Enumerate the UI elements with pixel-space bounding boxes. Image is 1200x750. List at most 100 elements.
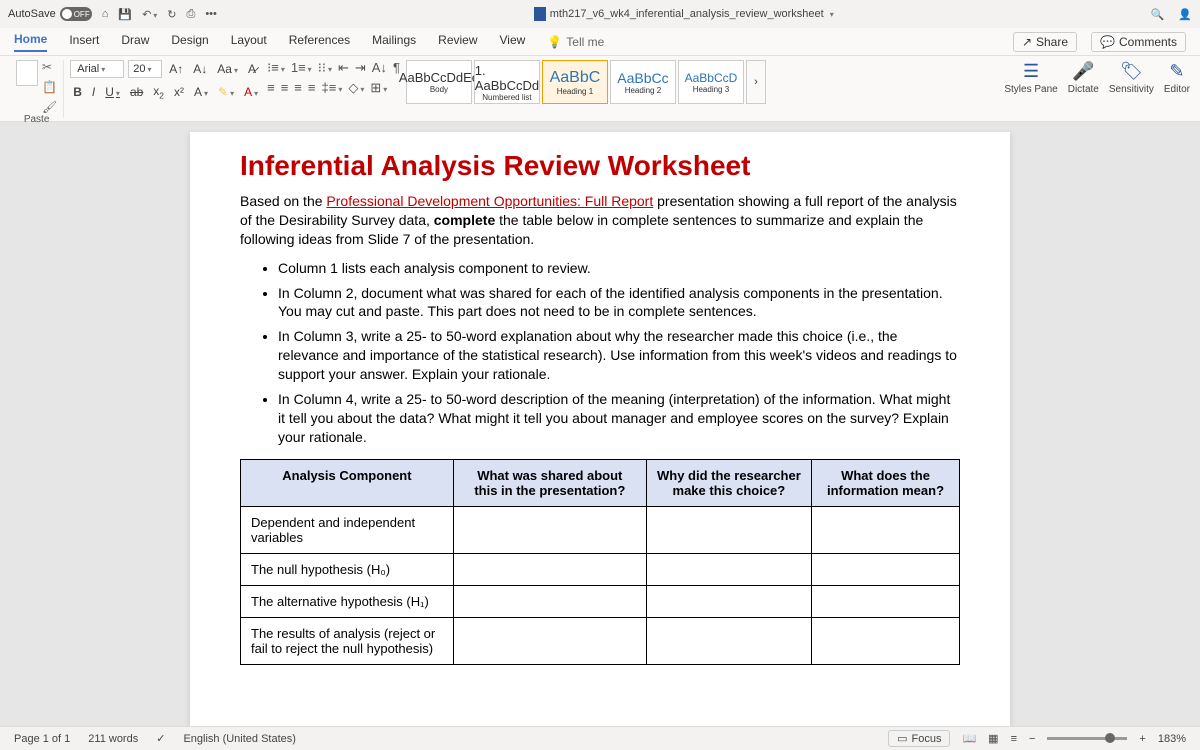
multilevel-icon[interactable]: ⁝⁝▾ <box>318 60 332 76</box>
change-case-icon[interactable]: Aa▾ <box>214 60 241 78</box>
search-icon[interactable]: 🔍 <box>1151 8 1165 21</box>
tab-home[interactable]: Home <box>14 32 47 52</box>
bullet-item: In Column 3, write a 25- to 50-word expl… <box>278 327 960 384</box>
zoom-out-icon[interactable]: − <box>1029 733 1035 745</box>
styles-pane-button[interactable]: ☰Styles Pane <box>1004 60 1057 95</box>
paste-button[interactable] <box>16 60 38 114</box>
bullets-icon[interactable]: ⁝≡▾ <box>267 60 285 76</box>
underline-button[interactable]: U▾ <box>102 83 123 101</box>
table-cell[interactable]: The results of analysis (reject or fail … <box>241 617 454 664</box>
comments-button[interactable]: 💬Comments <box>1091 32 1186 52</box>
cut-icon[interactable]: ✂ <box>42 60 57 74</box>
tab-view[interactable]: View <box>500 33 526 51</box>
tab-insert[interactable]: Insert <box>69 33 99 51</box>
home-icon[interactable]: ⌂ <box>102 8 109 21</box>
table-cell[interactable] <box>646 506 811 553</box>
table-cell[interactable] <box>646 585 811 617</box>
line-spacing-icon[interactable]: ‡≡▾ <box>321 80 342 96</box>
copy-icon[interactable]: 📋 <box>42 80 57 94</box>
document-title[interactable]: mth217_v6_wk4_inferential_analysis_revie… <box>217 7 1151 21</box>
table-cell[interactable]: Dependent and independent variables <box>241 506 454 553</box>
style-heading2[interactable]: AaBbCcHeading 2 <box>610 60 676 104</box>
increase-indent-icon[interactable]: ⇥ <box>355 60 366 76</box>
italic-button[interactable]: I <box>89 83 98 101</box>
sensitivity-button[interactable]: 🏷Sensitivity <box>1109 60 1154 95</box>
zoom-slider[interactable] <box>1047 737 1127 740</box>
text-effects-icon[interactable]: A▾ <box>191 83 211 101</box>
web-layout-icon[interactable]: ≡ <box>1011 733 1017 745</box>
style-body[interactable]: AaBbCcDdEeBody <box>406 60 472 104</box>
style-numbered[interactable]: 1. AaBbCcDdNumbered list <box>474 60 540 104</box>
sort-icon[interactable]: A↓ <box>372 60 387 76</box>
share-button[interactable]: ↗Share <box>1013 32 1077 52</box>
table-cell[interactable] <box>453 553 646 585</box>
tab-draw[interactable]: Draw <box>121 33 149 51</box>
editor-button[interactable]: ✎Editor <box>1164 60 1190 95</box>
strikethrough-button[interactable]: ab <box>127 83 146 101</box>
language-status[interactable]: English (United States) <box>183 733 296 745</box>
print-layout-icon[interactable]: ▦ <box>988 732 998 745</box>
table-cell[interactable] <box>812 617 960 664</box>
undo-icon[interactable]: ↶▾ <box>142 8 157 21</box>
align-left-icon[interactable]: ≡ <box>267 80 275 96</box>
font-name-select[interactable]: Arial▾ <box>70 60 124 78</box>
focus-button[interactable]: ▭Focus <box>888 730 950 747</box>
page-count[interactable]: Page 1 of 1 <box>14 733 70 745</box>
tab-references[interactable]: References <box>289 33 350 51</box>
decrease-indent-icon[interactable]: ⇤ <box>338 60 349 76</box>
toggle-switch[interactable]: OFF <box>60 7 92 21</box>
format-painter-icon[interactable]: 🖌 <box>42 100 57 114</box>
tab-layout[interactable]: Layout <box>231 33 267 51</box>
table-cell[interactable] <box>812 585 960 617</box>
style-heading3[interactable]: AaBbCcDHeading 3 <box>678 60 744 104</box>
align-center-icon[interactable]: ≡ <box>281 80 289 96</box>
borders-icon[interactable]: ⊞▾ <box>370 80 387 96</box>
clear-format-icon[interactable]: A̷ <box>245 60 259 78</box>
decrease-font-icon[interactable]: A↓ <box>190 60 210 78</box>
font-color-icon[interactable]: A▾ <box>241 83 261 101</box>
tab-mailings[interactable]: Mailings <box>372 33 416 51</box>
table-header: Why did the researcher make this choice? <box>646 459 811 506</box>
table-cell[interactable] <box>812 553 960 585</box>
read-mode-icon[interactable]: 📖 <box>962 732 976 745</box>
account-icon[interactable]: 👤 <box>1178 8 1192 21</box>
numbering-icon[interactable]: 1≡▾ <box>291 60 312 76</box>
superscript-button[interactable]: x² <box>171 83 187 101</box>
zoom-level[interactable]: 183% <box>1158 733 1186 745</box>
zoom-in-icon[interactable]: + <box>1139 733 1145 745</box>
page[interactable]: Inferential Analysis Review Worksheet Ba… <box>190 132 1010 726</box>
redo-icon[interactable]: ↻ <box>167 8 176 21</box>
increase-font-icon[interactable]: A↑ <box>166 60 186 78</box>
save-icon[interactable]: 💾 <box>118 8 132 21</box>
align-right-icon[interactable]: ≡ <box>294 80 302 96</box>
table-cell[interactable]: The alternative hypothesis (H₁) <box>241 585 454 617</box>
autosave-toggle[interactable]: AutoSave OFF <box>8 7 92 21</box>
tell-me[interactable]: 💡Tell me <box>547 35 604 49</box>
document-area[interactable]: Inferential Analysis Review Worksheet Ba… <box>0 122 1200 726</box>
table-cell[interactable] <box>453 506 646 553</box>
table-cell[interactable] <box>646 617 811 664</box>
word-count[interactable]: 211 words <box>88 733 138 745</box>
tab-review[interactable]: Review <box>438 33 477 51</box>
table-cell[interactable] <box>453 585 646 617</box>
subscript-button[interactable]: x2 <box>150 82 167 102</box>
table-cell[interactable] <box>812 506 960 553</box>
dictate-button[interactable]: 🎤Dictate <box>1068 60 1099 95</box>
spellcheck-icon[interactable]: ✓ <box>156 732 165 745</box>
table-cell[interactable] <box>453 617 646 664</box>
mic-icon: 🎤 <box>1072 60 1094 82</box>
highlight-icon[interactable]: ✎▾ <box>215 83 237 101</box>
table-cell[interactable]: The null hypothesis (H₀) <box>241 553 454 585</box>
table-cell[interactable] <box>646 553 811 585</box>
quick-access-toolbar: ⌂ 💾 ↶▾ ↻ ⎙ ••• <box>102 8 217 21</box>
more-icon[interactable]: ••• <box>205 8 217 21</box>
font-size-select[interactable]: 20▾ <box>128 60 162 78</box>
bold-button[interactable]: B <box>70 83 85 101</box>
intro-link[interactable]: Professional Development Opportunities: … <box>326 193 653 209</box>
style-heading1[interactable]: AaBbCHeading 1 <box>542 60 608 104</box>
print-icon[interactable]: ⎙ <box>187 8 196 21</box>
shading-icon[interactable]: ◇▾ <box>348 80 364 96</box>
styles-more-icon[interactable]: › <box>746 60 766 104</box>
tab-design[interactable]: Design <box>171 33 208 51</box>
justify-icon[interactable]: ≡ <box>308 80 316 96</box>
